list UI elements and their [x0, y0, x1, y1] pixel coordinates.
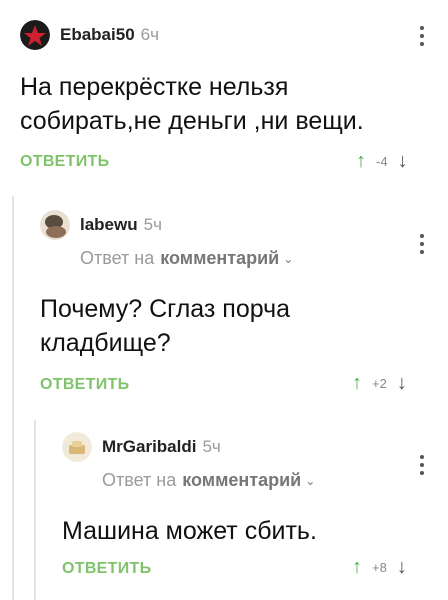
- chevron-down-icon[interactable]: ⌄: [305, 474, 315, 488]
- thread-line: [34, 420, 36, 600]
- more-options-icon[interactable]: [420, 455, 426, 475]
- chevron-down-icon[interactable]: ⌄: [283, 252, 293, 266]
- username[interactable]: Ebabai50: [60, 25, 135, 45]
- upvote-icon[interactable]: ↑: [352, 556, 362, 579]
- timestamp: 5ч: [202, 437, 221, 456]
- avatar[interactable]: [20, 20, 50, 50]
- rating: ↑ +2 ↓: [352, 372, 407, 395]
- rating: ↑ +8 ↓: [352, 556, 407, 579]
- comment-text: Почему? Сглаз порча кладбище?: [40, 295, 291, 357]
- rating: ↑ -4 ↓: [356, 150, 408, 173]
- downvote-icon[interactable]: ↓: [397, 556, 407, 579]
- rating-value: -4: [376, 154, 388, 169]
- reply-to-prefix: Ответ на: [80, 248, 155, 268]
- downvote-icon[interactable]: ↓: [398, 150, 408, 173]
- reply-to-link[interactable]: комментарий: [160, 248, 279, 269]
- downvote-icon[interactable]: ↓: [397, 372, 407, 395]
- reply-button[interactable]: ОТВЕТИТЬ: [20, 153, 109, 171]
- avatar[interactable]: [62, 432, 92, 462]
- timestamp: 6ч: [140, 25, 159, 44]
- timestamp: 5ч: [143, 215, 162, 234]
- rating-value: +2: [372, 376, 387, 391]
- username[interactable]: MrGaribaldi: [102, 437, 196, 457]
- reply-to: Ответ на комментарий ⌄: [102, 470, 315, 491]
- more-options-icon[interactable]: [420, 234, 426, 254]
- reply-to: Ответ на комментарий ⌄: [80, 248, 293, 269]
- thread-line: [12, 196, 14, 600]
- upvote-icon[interactable]: ↑: [356, 150, 366, 173]
- reply-button[interactable]: ОТВЕТИТЬ: [62, 560, 151, 578]
- comment-text: Машина может сбить.: [62, 517, 317, 545]
- more-options-icon[interactable]: [420, 26, 426, 46]
- rating-value: +8: [372, 560, 387, 575]
- reply-to-prefix: Ответ на: [102, 470, 177, 490]
- upvote-icon[interactable]: ↑: [352, 372, 362, 395]
- username[interactable]: labewu: [80, 215, 138, 235]
- reply-to-link[interactable]: комментарий: [182, 470, 301, 491]
- reply-button[interactable]: ОТВЕТИТЬ: [40, 376, 129, 394]
- avatar[interactable]: [40, 210, 70, 240]
- comment-text: На перекрёстке нельзя собирать,не деньги…: [20, 73, 364, 135]
